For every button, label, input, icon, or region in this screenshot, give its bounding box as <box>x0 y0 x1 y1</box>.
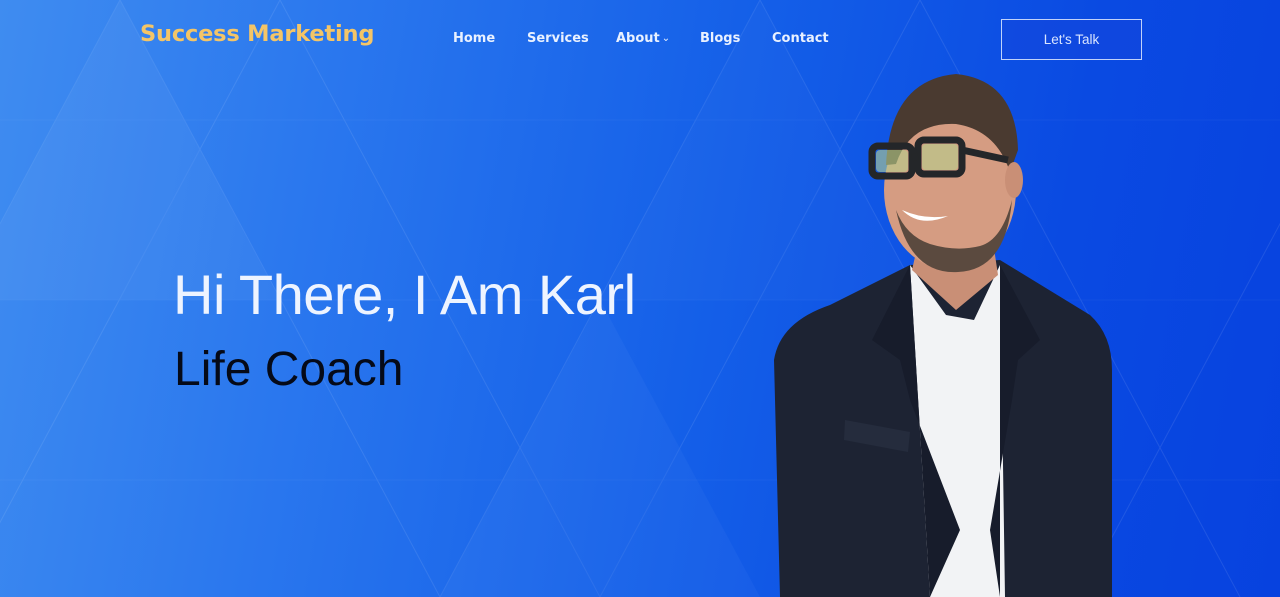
hero-title: Hi There, I Am Karl <box>173 263 636 326</box>
brand-logo[interactable]: Success Marketing <box>140 21 374 47</box>
nav-item-blogs[interactable]: Blogs <box>700 31 740 46</box>
nav-item-about[interactable]: About ⌄ <box>616 31 670 46</box>
nav-item-services[interactable]: Services <box>527 31 589 46</box>
hero-subtitle: Life Coach <box>174 343 404 396</box>
chevron-down-icon: ⌄ <box>661 33 671 44</box>
lets-talk-button[interactable]: Let's Talk <box>1001 19 1142 60</box>
nav-item-about-label: About <box>616 31 660 46</box>
karl-portrait-image <box>760 60 1140 597</box>
nav-item-home[interactable]: Home <box>453 31 495 46</box>
nav-item-contact[interactable]: Contact <box>772 31 829 46</box>
